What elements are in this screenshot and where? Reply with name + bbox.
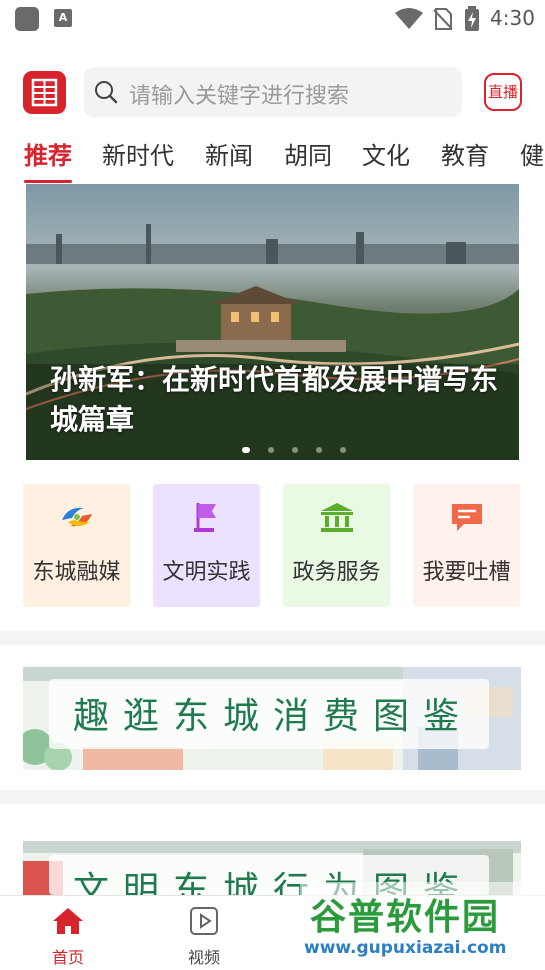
carousel-dot	[292, 447, 298, 453]
tab-new-era[interactable]: 新时代	[102, 136, 174, 171]
banner-headline[interactable]: 孙新军：在新时代首都发展中谱写东城篇章	[50, 360, 500, 440]
video-icon	[190, 907, 218, 935]
app-notification-icon	[15, 7, 39, 31]
tab-education[interactable]: 教育	[441, 136, 489, 171]
search-icon	[95, 81, 118, 104]
nav-label: 视频	[187, 948, 220, 967]
tab-health[interactable]: 健	[520, 136, 544, 171]
battery-charging-icon	[465, 6, 479, 31]
notification-letter-icon: A	[54, 9, 72, 27]
tab-hutong[interactable]: 胡同	[284, 136, 332, 171]
nav-home[interactable]: 首页	[28, 906, 108, 967]
service-label: 文明实践	[162, 560, 251, 585]
search-bar[interactable]: 请输入关键字进行搜索	[84, 67, 462, 117]
chat-bubble-icon	[452, 504, 482, 531]
carousel-dot-active	[242, 447, 250, 453]
carousel-dot	[268, 447, 274, 453]
home-icon	[53, 908, 83, 934]
tab-culture[interactable]: 文化	[362, 136, 410, 171]
watermark-brand: 谷普软件园	[310, 897, 501, 938]
nav-video[interactable]: 视频	[164, 906, 244, 967]
category-tabs: 推荐 新时代 新闻 胡同 文化 教育 健	[0, 128, 545, 186]
app-logo-icon	[31, 78, 58, 107]
service-dongcheng-media[interactable]: 东城融媒	[23, 484, 130, 607]
news-carousel[interactable]: 孙新军：在新时代首都发展中谱写东城篇章	[26, 184, 519, 460]
wifi-icon	[395, 8, 423, 29]
feature-banner-consumption[interactable]: 趣逛东城消费图鉴	[23, 667, 521, 770]
clock: 4:30	[490, 6, 535, 30]
nav-label: 首页	[51, 948, 84, 967]
status-bar: A 4:30	[0, 0, 545, 38]
no-sim-icon	[433, 8, 453, 30]
service-civilization-practice[interactable]: 文明实践	[153, 484, 260, 607]
tab-news[interactable]: 新闻	[205, 136, 253, 171]
section-divider	[0, 631, 545, 645]
watermark-url: www.gupuxiazai.com	[304, 938, 507, 958]
flag-icon	[194, 503, 216, 532]
carousel-dot	[340, 447, 346, 453]
live-button[interactable]: 直播	[484, 73, 522, 111]
active-tab-indicator	[24, 180, 72, 183]
service-label: 政务服务	[292, 560, 381, 585]
service-label: 我要吐槽	[422, 560, 511, 585]
tab-recommend[interactable]: 推荐	[24, 136, 72, 171]
government-building-icon	[321, 503, 353, 532]
carousel-dot	[316, 447, 322, 453]
service-government[interactable]: 政务服务	[283, 484, 390, 607]
section-divider	[0, 790, 545, 804]
feature-title: 趣逛东城消费图鉴	[72, 696, 473, 737]
service-label: 东城融媒	[32, 560, 121, 585]
carousel-indicator	[242, 438, 364, 453]
search-placeholder: 请输入关键字进行搜索	[129, 84, 350, 109]
app-logo[interactable]	[23, 71, 66, 114]
site-watermark: 谷普软件园 www.gupuxiazai.com	[300, 882, 545, 970]
service-complaint[interactable]: 我要吐槽	[413, 484, 520, 607]
swirl-logo-icon	[62, 507, 92, 527]
